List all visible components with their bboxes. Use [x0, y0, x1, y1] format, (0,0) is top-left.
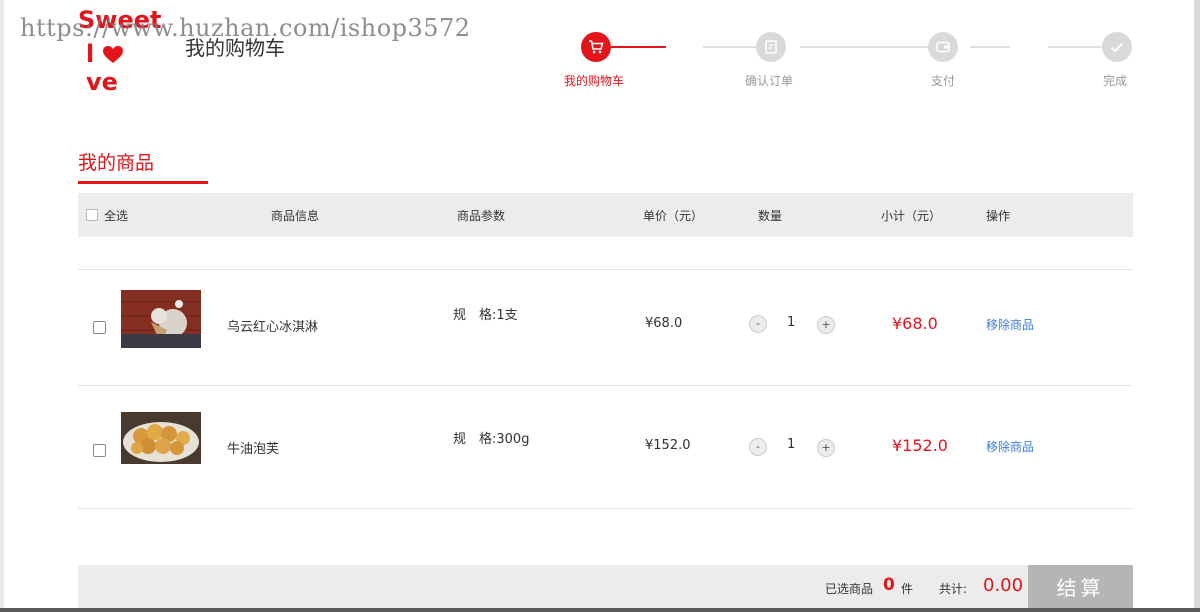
- col-actions: 操作: [986, 209, 1011, 223]
- selected-label: 已选商品: [825, 582, 874, 596]
- window-edge-bottom: [0, 608, 1200, 612]
- remove-item-link[interactable]: 移除商品: [986, 316, 1034, 333]
- col-product-params: 商品参数: [457, 209, 506, 223]
- col-unit-price: 单价（元）: [643, 209, 704, 223]
- item-subtotal: ¥152.0: [892, 436, 948, 455]
- select-all-label: 全选: [104, 209, 129, 223]
- product-thumbnail[interactable]: [121, 290, 201, 348]
- qty-plus-button[interactable]: +: [817, 439, 835, 457]
- remove-item-link[interactable]: 移除商品: [986, 438, 1034, 455]
- qty-plus-button[interactable]: +: [817, 316, 835, 334]
- step-label-pay: 支付: [931, 74, 956, 88]
- divider: [78, 508, 1133, 509]
- cream-puff-photo: [121, 412, 201, 464]
- ice-cream-photo: [121, 290, 201, 348]
- select-all-checkbox[interactable]: [86, 209, 98, 221]
- section-title: 我的商品: [78, 152, 155, 174]
- cart-row: 乌云红心冰淇淋 规 格:1支 ¥68.0 - 1 + ¥68.0 移除商品: [78, 270, 1133, 385]
- cart-icon: [589, 40, 604, 54]
- step-complete: [1102, 32, 1132, 62]
- step-connector-2: [703, 46, 758, 48]
- check-icon: [1110, 42, 1124, 53]
- window-edge-right: [1194, 0, 1200, 612]
- step-label-cart: 我的购物车: [564, 74, 625, 88]
- section-underline: [78, 181, 208, 184]
- step-label-confirm-order: 确认订单: [745, 74, 794, 88]
- select-all[interactable]: 全选: [86, 207, 128, 224]
- product-thumbnail[interactable]: [121, 412, 201, 464]
- checkout-steps: 我的购物车 确认订单 支付 完成: [560, 30, 1140, 100]
- logo-letter-l: l: [86, 40, 95, 68]
- selected-unit: 件: [901, 582, 914, 596]
- selected-count: 0: [883, 575, 895, 595]
- product-name[interactable]: 乌云红心冰淇淋: [227, 316, 318, 335]
- wallet-icon: [936, 41, 950, 53]
- total-amount: 0.00: [983, 575, 1024, 596]
- total-label: 共计:: [939, 582, 968, 596]
- heart-icon: [102, 46, 123, 63]
- item-subtotal: ¥68.0: [892, 314, 938, 333]
- step-confirm-order: [756, 32, 786, 62]
- order-icon: [765, 40, 777, 54]
- cart-table-header: 全选 商品信息 商品参数 单价（元） 数量 小计（元） 操作: [78, 193, 1133, 237]
- qty-value[interactable]: 1: [787, 315, 795, 330]
- step-connector-1: [611, 46, 666, 48]
- qty-minus-button[interactable]: -: [749, 438, 767, 456]
- col-subtotal: 小计（元）: [881, 209, 942, 223]
- item-checkbox[interactable]: [93, 444, 106, 457]
- cart-row: 牛油泡芙 规 格:300g ¥152.0 - 1 + ¥152.0 移除商品: [78, 386, 1133, 501]
- product-spec: 规 格:300g: [453, 432, 530, 447]
- unit-price: ¥68.0: [645, 316, 683, 331]
- step-cart: [581, 32, 611, 62]
- product-name[interactable]: 牛油泡芙: [227, 438, 279, 457]
- qty-minus-button[interactable]: -: [749, 315, 767, 333]
- step-connector-5: [1048, 46, 1103, 48]
- step-connector-4: [970, 46, 1010, 48]
- logo-letters-ve: ve: [86, 68, 118, 96]
- checkout-button[interactable]: 结算: [1028, 565, 1133, 608]
- watermark-url: https://www.huzhan.com/ishop3572: [20, 14, 471, 42]
- step-label-complete: 完成: [1103, 74, 1128, 88]
- item-checkbox[interactable]: [93, 321, 106, 334]
- col-quantity: 数量: [758, 209, 783, 223]
- unit-price: ¥152.0: [645, 438, 691, 453]
- step-connector-3: [800, 46, 928, 48]
- cart-summary-bar: 已选商品 0 件 共计: 0.00 结算: [78, 565, 1133, 608]
- product-spec: 规 格:1支: [453, 308, 518, 323]
- logo-word-love: l ve: [86, 40, 162, 96]
- window-edge-left: [0, 0, 4, 612]
- step-pay: [928, 32, 958, 62]
- col-product-info: 商品信息: [271, 209, 320, 223]
- qty-value[interactable]: 1: [787, 437, 795, 452]
